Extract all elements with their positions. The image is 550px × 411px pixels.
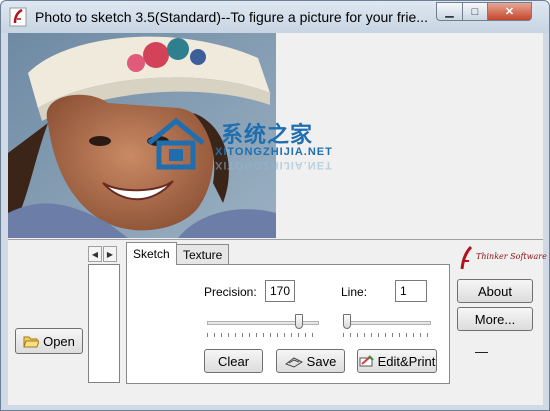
next-button[interactable]: ▶ [103, 246, 117, 262]
app-icon [9, 7, 27, 27]
edit-print-icon [359, 355, 374, 367]
status-dash: — [475, 344, 488, 359]
minimize-button[interactable]: ▁ [436, 2, 463, 21]
logo-text: Thinker Software [476, 252, 547, 261]
open-button-label: Open [43, 333, 75, 349]
thinker-software-logo: Thinker Software [456, 244, 547, 272]
window-title: Photo to sketch 3.5(Standard)--To figure… [35, 9, 428, 25]
line-label: Line: [341, 285, 368, 299]
precision-slider-ticks [207, 333, 319, 337]
line-slider[interactable] [343, 313, 431, 341]
sketch-tab-page: Precision: 170 Line: 1 Clear Save Edit&P… [126, 264, 450, 384]
tab-sketch-label: Sketch [133, 247, 170, 261]
list-nav: ◀ ▶ [88, 246, 118, 262]
settings-tabs: Sketch Texture Precision: 170 Line: 1 Cl… [126, 242, 450, 384]
line-field[interactable]: 1 [395, 280, 427, 302]
clear-button-label: Clear [217, 353, 250, 369]
about-button-label: About [478, 283, 512, 299]
watermark-logo-icon [147, 117, 205, 170]
arrow-right-icon: ▶ [106, 249, 114, 259]
precision-slider-thumb[interactable] [295, 314, 303, 329]
arrow-left-icon: ◀ [91, 249, 99, 259]
edit-print-button[interactable]: Edit&Print [357, 349, 437, 373]
image-preview-area: 系统之家 XITONGZHIJIA.NET XITONGZHIJIA.NET [8, 33, 543, 238]
logo-icon [460, 245, 473, 270]
watermark-subtext: XITONGZHIJIA.NET [215, 146, 333, 158]
minimize-icon: ▁ [445, 6, 454, 18]
maximize-icon: □ [471, 5, 479, 18]
line-slider-thumb[interactable] [343, 314, 351, 329]
more-button[interactable]: More... [457, 307, 533, 331]
precision-label: Precision: [204, 285, 257, 299]
precision-field[interactable]: 170 [265, 280, 295, 302]
app-window: Photo to sketch 3.5(Standard)--To figure… [0, 0, 550, 411]
prev-button[interactable]: ◀ [88, 246, 102, 262]
folder-icon [23, 336, 40, 347]
tab-texture-label: Texture [183, 248, 223, 262]
precision-slider[interactable] [207, 313, 319, 341]
thumbnail-list[interactable] [88, 264, 120, 383]
open-button[interactable]: Open [15, 328, 83, 354]
maximize-button[interactable]: □ [462, 2, 488, 21]
save-button[interactable]: Save [276, 349, 345, 373]
tab-sketch[interactable]: Sketch [126, 242, 177, 265]
watermark-reflection: XITONGZHIJIA.NET [215, 159, 333, 171]
save-button-label: Save [306, 353, 337, 369]
more-button-label: More... [474, 311, 516, 327]
save-icon [284, 356, 303, 368]
close-button[interactable]: ✕ [487, 2, 532, 21]
about-button[interactable]: About [457, 279, 533, 303]
close-icon: ✕ [504, 6, 515, 18]
watermark: 系统之家 XITONGZHIJIA.NET XITONGZHIJIA.NET [143, 113, 403, 183]
line-slider-ticks [343, 333, 431, 337]
watermark-text: 系统之家 [221, 123, 314, 148]
control-panel: Open ◀ ▶ Sketch Texture Precision: 170 L… [8, 239, 547, 405]
edit-print-button-label: Edit&Print [377, 353, 436, 369]
tab-texture[interactable]: Texture [176, 244, 230, 265]
title-bar[interactable]: Photo to sketch 3.5(Standard)--To figure… [1, 1, 549, 33]
line-slider-track [343, 321, 431, 325]
client-area: 系统之家 XITONGZHIJIA.NET XITONGZHIJIA.NET O… [8, 33, 547, 405]
clear-button[interactable]: Clear [204, 349, 263, 373]
